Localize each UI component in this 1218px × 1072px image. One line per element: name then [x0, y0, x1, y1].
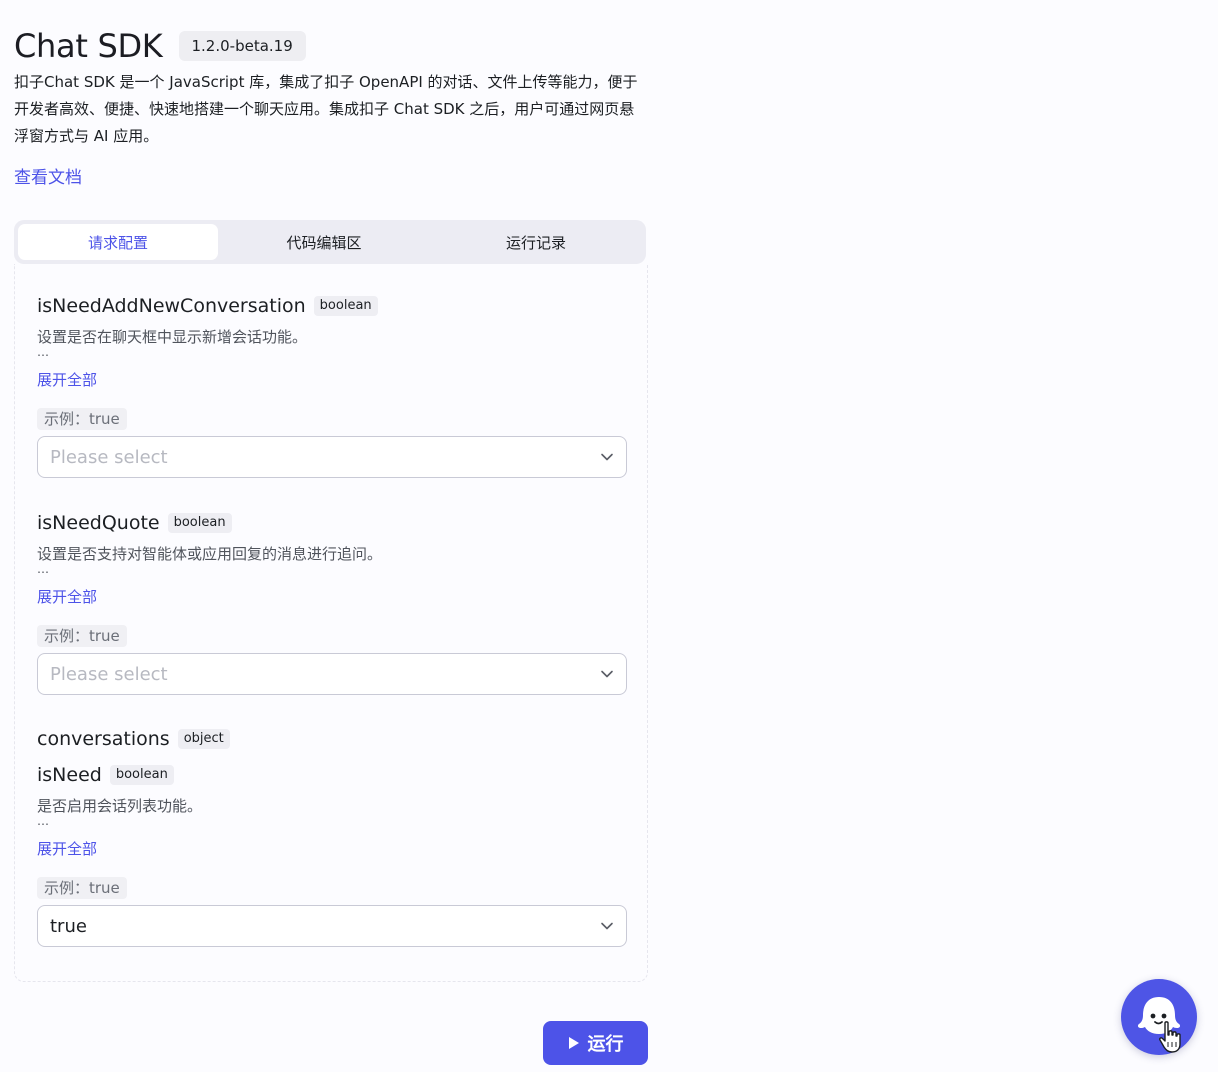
view-docs-link[interactable]: 查看文档: [14, 163, 82, 188]
page-title: Chat SDK: [14, 27, 163, 65]
ellipsis: …: [37, 814, 49, 828]
param-isNeed: isNeed boolean 是否启用会话列表功能。 … 展开全部 示例：tru…: [37, 762, 627, 947]
param-select[interactable]: Please select: [37, 436, 627, 478]
tab-run-history[interactable]: 运行记录: [430, 224, 642, 260]
chevron-down-icon: [600, 667, 614, 681]
param-type-badge: boolean: [313, 296, 378, 316]
tab-bar: 请求配置 代码编辑区 运行记录: [14, 220, 646, 264]
param-isNeedQuote: isNeedQuote boolean 设置是否支持对智能体或应用回复的消息进行…: [37, 510, 627, 695]
expand-all-link[interactable]: 展开全部: [37, 838, 97, 859]
param-name: isNeedQuote: [37, 512, 160, 534]
tab-code-editor[interactable]: 代码编辑区: [218, 224, 430, 260]
param-select[interactable]: true: [37, 905, 627, 947]
param-type-badge: boolean: [167, 513, 232, 533]
param-select[interactable]: Please select: [37, 653, 627, 695]
param-description: 设置是否支持对智能体或应用回复的消息进行追问。: [37, 545, 383, 563]
param-description: 设置是否在聊天框中显示新增会话功能。: [37, 328, 308, 346]
run-button[interactable]: 运行: [543, 1021, 648, 1065]
ellipsis: …: [37, 562, 49, 576]
param-name: isNeed: [37, 764, 102, 786]
param-description: 是否启用会话列表功能。: [37, 797, 203, 815]
page-description: 扣子Chat SDK 是一个 JavaScript 库，集成了扣子 OpenAP…: [14, 73, 638, 145]
example-tag: 示例：true: [37, 877, 127, 899]
select-placeholder: Please select: [50, 446, 168, 468]
title-row: Chat SDK 1.2.0-beta.19: [14, 26, 654, 66]
param-name: isNeedAddNewConversation: [37, 295, 306, 317]
expand-all-link[interactable]: 展开全部: [37, 369, 97, 390]
select-placeholder: Please select: [50, 663, 168, 685]
example-tag: 示例：true: [37, 625, 127, 647]
request-config-panel: isNeedAddNewConversation boolean 设置是否在聊天…: [14, 264, 648, 982]
version-badge: 1.2.0-beta.19: [178, 31, 306, 61]
param-conversations: conversations object: [37, 726, 627, 752]
expand-all-link[interactable]: 展开全部: [37, 586, 97, 607]
param-type-badge: boolean: [109, 765, 174, 785]
run-button-label: 运行: [587, 1034, 624, 1055]
param-isNeedAddNewConversation: isNeedAddNewConversation boolean 设置是否在聊天…: [37, 293, 627, 478]
param-name: conversations: [37, 728, 170, 750]
page-header: Chat SDK 1.2.0-beta.19 扣子Chat SDK 是一个 Ja…: [14, 26, 654, 188]
chevron-down-icon: [600, 450, 614, 464]
hand-pointer-cursor-icon: [1159, 1021, 1181, 1053]
example-tag: 示例：true: [37, 408, 127, 430]
ellipsis: …: [37, 345, 49, 359]
play-icon: [568, 1037, 579, 1049]
tab-request-config[interactable]: 请求配置: [18, 224, 218, 260]
chevron-down-icon: [600, 919, 614, 933]
select-value: true: [50, 915, 87, 937]
param-type-badge: object: [177, 729, 230, 749]
